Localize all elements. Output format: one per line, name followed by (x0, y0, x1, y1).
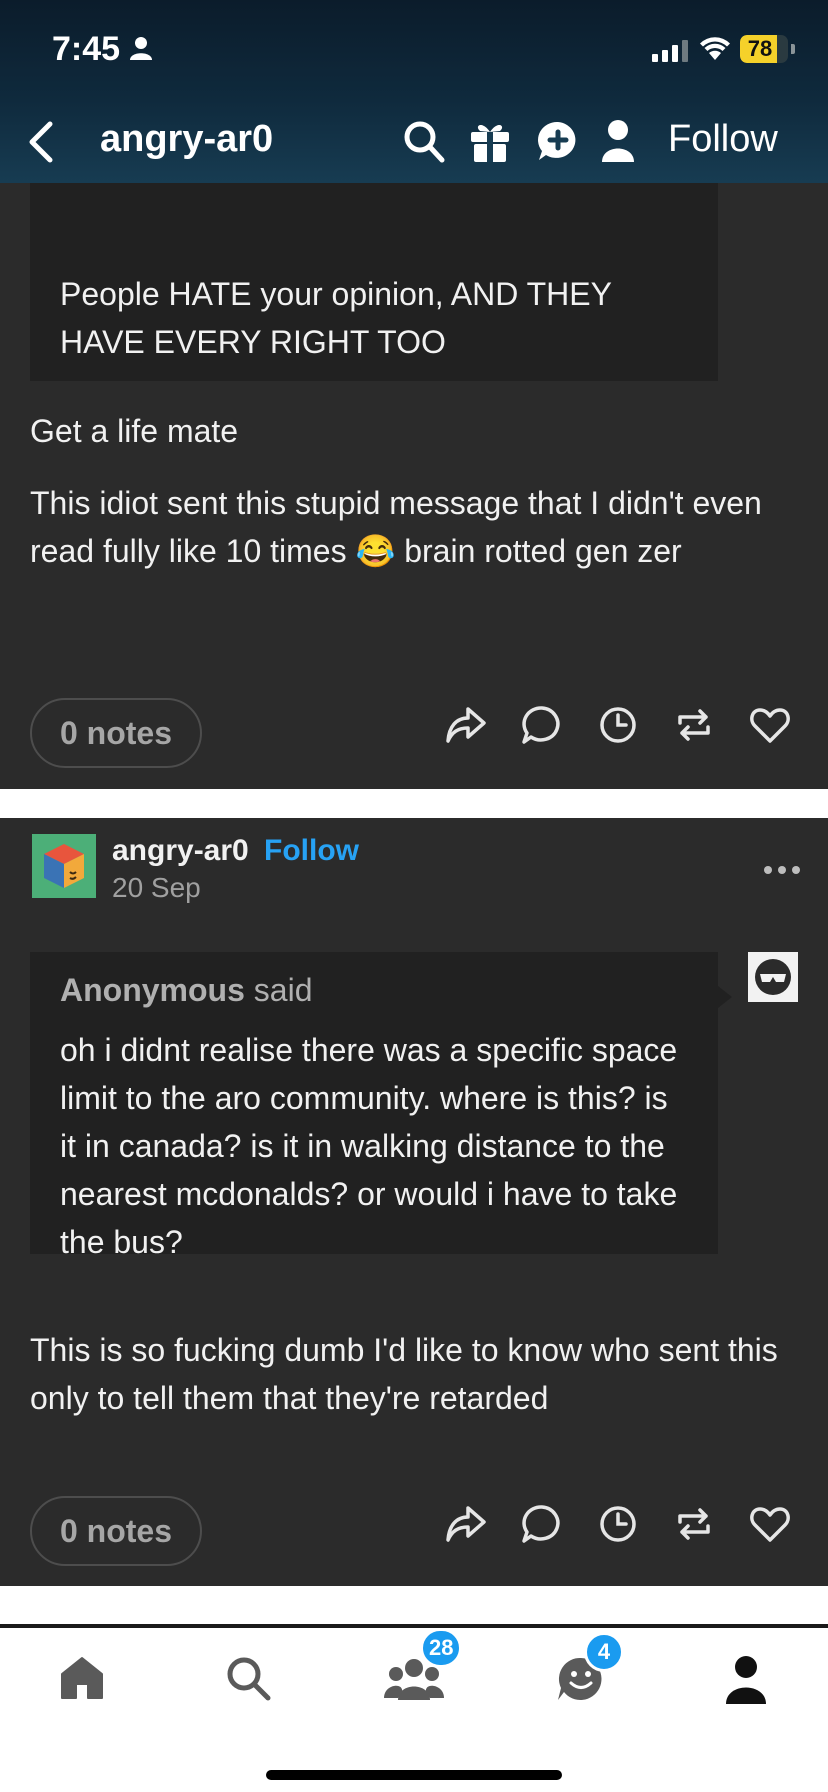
home-indicator (266, 1770, 562, 1780)
top-header: 7:45 78 angry-ar0 Follow (0, 0, 828, 183)
post-card: People HATE your opinion, AND THEY HAVE … (0, 183, 828, 789)
blog-title[interactable]: angry-ar0 (100, 118, 273, 161)
post-paragraph: Get a life mate (30, 413, 239, 449)
bottom-tab-bar: 28 4 (0, 1624, 828, 1792)
more-options-icon[interactable] (764, 866, 800, 874)
post-actions (440, 703, 800, 763)
like-icon[interactable] (748, 703, 792, 747)
person-status-icon (130, 37, 152, 60)
communities-badge: 28 (420, 1628, 463, 1668)
gift-icon[interactable] (468, 118, 512, 164)
ask-question: oh i didnt realise there was a specific … (60, 1032, 678, 1260)
avatar[interactable] (32, 834, 96, 898)
back-icon[interactable] (22, 118, 62, 166)
ask-block: Anonymous said oh i didnt realise there … (30, 952, 718, 1260)
reply-icon[interactable] (520, 703, 564, 747)
follow-button[interactable]: Follow (668, 118, 778, 161)
share-icon[interactable] (444, 703, 488, 747)
new-post-icon[interactable] (536, 118, 580, 164)
reply-icon[interactable] (520, 1502, 564, 1546)
like-icon[interactable] (748, 1502, 792, 1546)
post-date: 20 Sep (112, 872, 201, 903)
status-bar: 7:45 78 (0, 0, 828, 100)
reblog-icon[interactable] (672, 703, 716, 747)
activity-badge: 4 (584, 1632, 624, 1672)
search-icon[interactable] (402, 118, 446, 164)
asker-name: Anonymous (60, 972, 245, 1008)
ask-bubble-pointer (718, 986, 732, 1008)
anonymous-avatar (748, 952, 798, 1002)
post-card: angry-ar0 Follow 20 Sep Anonymous said o… (0, 818, 828, 1586)
asker-verb: said (244, 972, 313, 1008)
wifi-icon (700, 37, 730, 60)
status-time: 7:45 (52, 30, 121, 68)
post-paragraph: This idiot sent this stupid message that… (30, 485, 762, 569)
quoted-block: People HATE your opinion, AND THEY HAVE … (30, 183, 718, 381)
user-icon[interactable] (600, 118, 636, 164)
notes-count[interactable]: 0 notes (30, 698, 202, 768)
share-icon[interactable] (444, 1502, 488, 1546)
post-author[interactable]: angry-ar0 (112, 834, 249, 868)
queue-icon[interactable] (596, 703, 640, 747)
follow-link[interactable]: Follow (264, 834, 359, 868)
battery-indicator: 78 (740, 35, 788, 63)
answer-text: This is so fucking dumb I'd like to know… (30, 1332, 778, 1416)
quoted-text: People HATE your opinion, AND THEY HAVE … (60, 276, 612, 360)
activity-tab[interactable]: 4 (556, 1632, 624, 1706)
battery-percent: 78 (747, 36, 773, 61)
asker-line: Anonymous said (60, 966, 688, 1014)
cellular-signal-icon (652, 40, 688, 62)
queue-icon[interactable] (596, 1502, 640, 1546)
post-actions (440, 1502, 800, 1562)
reblog-icon[interactable] (672, 1502, 716, 1546)
search-tab-icon[interactable] (224, 1654, 272, 1702)
blog-navbar: angry-ar0 Follow (0, 100, 828, 183)
battery-nub (791, 44, 795, 54)
account-icon[interactable] (722, 1654, 770, 1704)
notes-count[interactable]: 0 notes (30, 1496, 202, 1566)
home-icon[interactable] (58, 1654, 106, 1702)
communities-tab[interactable]: 28 (384, 1628, 463, 1706)
